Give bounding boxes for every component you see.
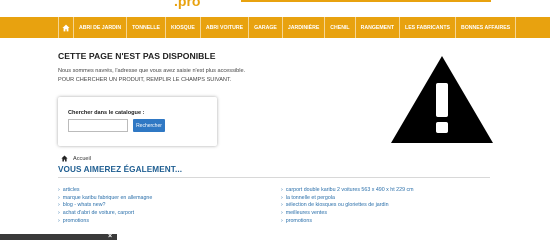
- section-title: VOUS AIMEREZ ÉGALEMENT...: [58, 165, 183, 174]
- nav-item-tonnelle[interactable]: TONNELLE: [127, 17, 166, 38]
- breadcrumb-home-link[interactable]: Accueil: [73, 156, 91, 162]
- related-link[interactable]: sélection de kiosques ou gloriettes de j…: [286, 202, 389, 208]
- list-item[interactable]: › marque karibu fabriquer en allemagne: [58, 195, 152, 203]
- related-links-left: › articles › marque karibu fabriquer en al…: [58, 187, 152, 225]
- page-title: CETTE PAGE N'EST PAS DISPONIBLE: [58, 51, 216, 61]
- home-icon[interactable]: [61, 155, 68, 162]
- nav-item-abri-voiture[interactable]: ABRI VOITURE: [201, 17, 250, 38]
- list-item[interactable]: › la tonnelle et pergola: [281, 195, 414, 203]
- related-link[interactable]: promotions: [63, 218, 89, 224]
- section-divider: [58, 177, 490, 178]
- warning-triangle-icon: [391, 56, 493, 143]
- chevron-right-icon: ›: [58, 217, 60, 224]
- nav-item-garage[interactable]: GARAGE: [249, 17, 283, 38]
- breadcrumb: Accueil: [61, 155, 91, 162]
- nav-item-les-fabricants[interactable]: LES FABRICANTS: [400, 17, 457, 38]
- chevron-right-icon: ›: [58, 194, 60, 201]
- main-navbar: ABRI DE JARDIN TONNELLE KIOSQUE ABRI VOI…: [0, 17, 550, 38]
- search-instruction: Pour chercher un produit, remplir le cha…: [58, 77, 232, 83]
- chevron-right-icon: ›: [281, 210, 283, 217]
- close-icon[interactable]: ×: [108, 233, 112, 240]
- list-item[interactable]: › sélection de kiosques ou gloriettes de …: [281, 202, 414, 210]
- nav-item-chenil[interactable]: CHENIL: [325, 17, 356, 38]
- chevron-right-icon: ›: [58, 210, 60, 217]
- search-input[interactable]: [68, 119, 128, 132]
- list-item[interactable]: › articles: [58, 187, 152, 195]
- search-label: Chercher dans le catalogue :: [68, 110, 145, 116]
- search-button[interactable]: Rechercher: [133, 119, 165, 132]
- chevron-right-icon: ›: [58, 202, 60, 209]
- related-link[interactable]: articles: [63, 187, 80, 193]
- list-item[interactable]: › promotions: [58, 218, 152, 226]
- related-link[interactable]: la tonnelle et pergola: [286, 195, 335, 201]
- search-panel: Chercher dans le catalogue : Rechercher: [58, 97, 217, 146]
- nav-item-abri-de-jardin[interactable]: ABRI DE JARDIN: [74, 17, 128, 38]
- nav-item-kiosque[interactable]: KIOSQUE: [166, 17, 201, 38]
- related-link[interactable]: blog - whats new?: [63, 202, 106, 208]
- nav-item-bonnes-affaires[interactable]: BONNES AFFAIRES: [456, 17, 517, 38]
- nav-list: ABRI DE JARDIN TONNELLE KIOSQUE ABRI VOI…: [58, 17, 517, 38]
- logo[interactable]: .pro: [174, 0, 200, 9]
- home-icon: [62, 24, 70, 31]
- nav-home-button[interactable]: [58, 17, 74, 38]
- list-item[interactable]: › meilleures ventes: [281, 210, 414, 218]
- related-link[interactable]: meilleures ventes: [286, 210, 327, 216]
- list-item[interactable]: › achat d'abri de voiture, carport: [58, 210, 152, 218]
- nav-item-jardiniere[interactable]: JARDINIÈRE: [283, 17, 326, 38]
- related-link[interactable]: promotions: [286, 218, 312, 224]
- chevron-right-icon: ›: [58, 187, 60, 193]
- top-header: .pro: [0, 0, 550, 16]
- error-message: Nous sommes navrés, l'adresse que vous a…: [58, 68, 246, 74]
- header-accent-line: [241, 0, 491, 2]
- list-item[interactable]: › carport double karibu 2 voitures 563 x …: [281, 187, 414, 195]
- related-link[interactable]: carport double karibu 2 voitures 563 x 4…: [286, 187, 414, 193]
- chevron-right-icon: ›: [281, 187, 283, 193]
- list-item[interactable]: › blog - whats new?: [58, 202, 152, 210]
- list-item[interactable]: › promotions: [281, 218, 414, 226]
- chevron-right-icon: ›: [281, 202, 283, 209]
- related-link[interactable]: marque karibu fabriquer en allemagne: [63, 195, 153, 201]
- nav-item-rangement[interactable]: RANGEMENT: [356, 17, 401, 38]
- bottom-notice-bar: [0, 234, 117, 240]
- related-link[interactable]: achat d'abri de voiture, carport: [63, 210, 134, 216]
- chevron-right-icon: ›: [281, 194, 283, 201]
- chevron-right-icon: ›: [281, 217, 283, 224]
- related-links-right: › carport double karibu 2 voitures 563 x …: [281, 187, 414, 225]
